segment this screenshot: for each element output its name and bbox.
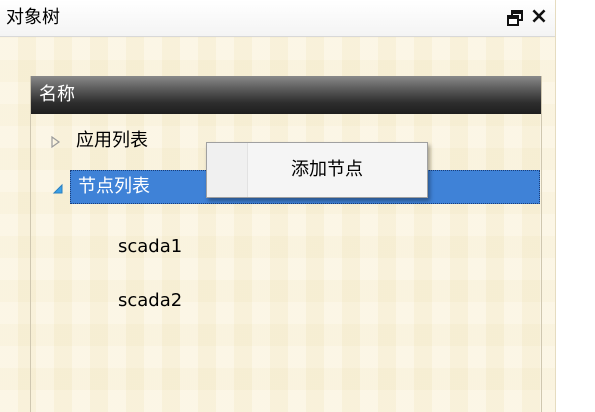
menu-item-add-node[interactable]: 添加节点 [209, 147, 423, 191]
panel-title: 对象树 [6, 7, 60, 28]
close-button[interactable]: × [528, 6, 550, 28]
float-window-icon [507, 10, 523, 26]
tree-column-header[interactable]: 名称 [31, 76, 541, 114]
triangle-down-right-icon[interactable] [52, 183, 64, 195]
triangle-right-icon[interactable] [50, 136, 62, 148]
column-header-label: 名称 [39, 84, 75, 105]
menu-item-label: 添加节点 [291, 159, 363, 180]
tree-node-label: scada2 [118, 290, 183, 311]
tree-node-label: scada1 [118, 236, 183, 257]
panel-titlebar[interactable]: 对象树 × [0, 0, 555, 37]
tree-node-app-list[interactable]: 应用列表 [46, 124, 206, 160]
object-tree-panel: 对象树 × 名称 应用列表 节点列表 scada1 scada2 添加节点 [0, 0, 556, 412]
tree-node-label: 节点列表 [78, 176, 150, 197]
tree-node-scada2[interactable]: scada2 [116, 284, 236, 320]
context-menu: 添加节点 [206, 142, 428, 198]
tree-node-scada1[interactable]: scada1 [116, 230, 236, 266]
tree-node-label: 应用列表 [76, 130, 148, 151]
float-window-button[interactable] [505, 8, 525, 28]
close-icon: × [529, 4, 549, 29]
